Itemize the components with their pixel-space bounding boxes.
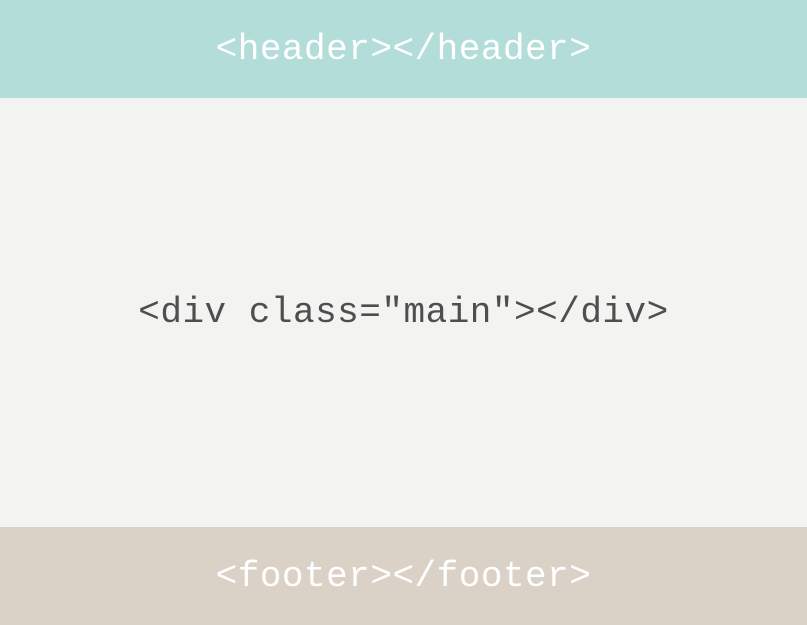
main-section: <div class="main"></div>	[0, 98, 807, 527]
footer-code-label: <footer></footer>	[216, 556, 592, 597]
main-code-label: <div class="main"></div>	[138, 292, 668, 333]
footer-section: <footer></footer>	[0, 527, 807, 625]
header-code-label: <header></header>	[216, 29, 592, 70]
header-section: <header></header>	[0, 0, 807, 98]
